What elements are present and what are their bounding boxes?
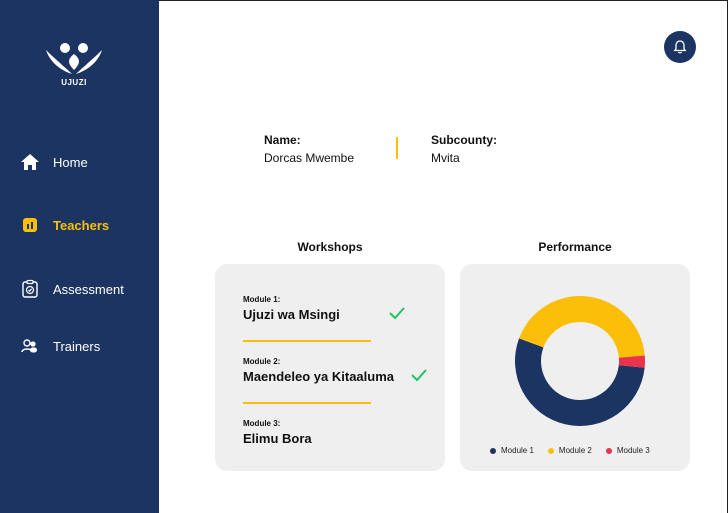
legend-label: Module 3 [616, 446, 650, 455]
legend-item: Module 3 [605, 446, 650, 455]
legend-label: Module 2 [558, 446, 592, 455]
sidebar-item-teachers[interactable]: Teachers [20, 213, 109, 237]
sidebar: UJUZI Home Teachers Assessment Trainers [0, 0, 159, 513]
module-kicker: Module 3: [243, 419, 281, 428]
check-icon [411, 369, 427, 382]
legend-item: Module 2 [547, 446, 592, 455]
module-item[interactable]: Module 1: Ujuzi wa Msingi [243, 295, 340, 322]
notification-button[interactable] [664, 31, 696, 63]
module-divider [243, 340, 371, 342]
users-icon [20, 336, 40, 356]
logo-icon [46, 43, 102, 74]
info-divider [396, 137, 398, 159]
workshops-title: Workshops [297, 240, 363, 254]
sidebar-item-label: Trainers [53, 338, 101, 354]
performance-card: Module 1 Module 2 Module 3 [460, 264, 690, 471]
sidebar-item-label: Assessment [53, 281, 124, 297]
ujuzi-logo[interactable]: UJUZI [44, 40, 104, 90]
legend-swatch [490, 447, 496, 454]
home-icon [20, 152, 40, 172]
teachers-icon [20, 215, 40, 235]
legend-swatch [605, 447, 612, 454]
subcounty-label: Subcounty: [431, 133, 497, 147]
name-value: Dorcas Mwembe [264, 151, 355, 165]
sidebar-item-label: Teachers [53, 217, 110, 233]
workshops-card: Module 1: Ujuzi wa Msingi Module 2: Maen… [215, 264, 445, 471]
chart-legend: Module 1 Module 2 Module 3 [490, 446, 650, 455]
subcounty-value: Mvita [431, 151, 460, 165]
module-title: Ujuzi wa Msingi [243, 307, 340, 322]
logo-text: UJUZI [61, 78, 87, 87]
sidebar-item-assessment[interactable]: Assessment [20, 277, 124, 301]
module-divider [243, 402, 371, 404]
sidebar-item-trainers[interactable]: Trainers [20, 334, 100, 358]
legend-swatch [547, 447, 554, 454]
module-title: Elimu Bora [243, 431, 312, 446]
module-title: Maendeleo ya Kitaaluma [243, 369, 394, 384]
module-kicker: Module 2: [243, 357, 281, 366]
legend-label: Module 1 [501, 446, 534, 455]
name-label: Name: [264, 133, 301, 147]
performance-donut-chart [515, 296, 645, 427]
sidebar-item-label: Home [53, 154, 88, 170]
performance-title: Performance [538, 240, 612, 254]
legend-item: Module 1 [490, 446, 534, 455]
bell-icon [673, 40, 687, 54]
check-icon [389, 307, 405, 320]
module-item[interactable]: Module 2: Maendeleo ya Kitaaluma [243, 357, 394, 384]
clipboard-icon [20, 279, 40, 299]
module-kicker: Module 1: [243, 295, 281, 304]
sidebar-item-home[interactable]: Home [20, 150, 88, 174]
module-item[interactable]: Module 3: Elimu Bora [243, 419, 312, 446]
